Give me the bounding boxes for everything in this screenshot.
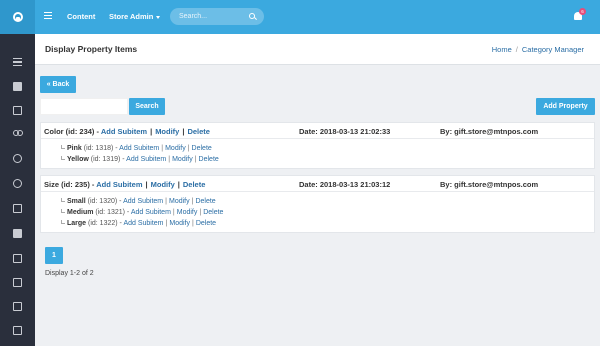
subitem-row: Large (id: 1322) - Add Subitem | Modify | De…	[61, 218, 594, 229]
list-icon[interactable]	[13, 58, 22, 67]
page-title: Display Property Items	[45, 44, 138, 54]
add-subitem-link[interactable]: Add Subitem	[131, 209, 171, 216]
breadcrumb-home[interactable]: Home	[492, 45, 512, 54]
tree-branch-icon	[61, 156, 65, 160]
delete-link[interactable]: Delete	[203, 209, 223, 216]
delete-link[interactable]: Delete	[199, 156, 219, 163]
subitem-name: Small	[67, 198, 86, 205]
add-subitem-link[interactable]: Add Subitem	[119, 145, 159, 152]
property-author: By: gift.store@mtnpos.com	[440, 180, 539, 189]
delete-link[interactable]: Delete	[187, 127, 210, 136]
nav-store-admin-label: Store Admin	[109, 12, 154, 21]
subitem-list: Small (id: 1320) - Add Subitem | Modify | De…	[41, 192, 594, 229]
expand-icon[interactable]	[13, 326, 22, 335]
tree-branch-icon	[61, 198, 65, 202]
nav-store-admin-dropdown[interactable]: Store Admin	[109, 12, 161, 21]
modify-link[interactable]: Modify	[151, 180, 175, 189]
subitem-id: (id: 1322) -	[88, 220, 122, 227]
expand-icon[interactable]	[13, 254, 22, 263]
add-subitem-link[interactable]: Add Subitem	[96, 180, 142, 189]
expand-icon[interactable]	[13, 106, 22, 115]
delete-link[interactable]: Delete	[192, 145, 212, 152]
chevron-down-icon	[156, 15, 161, 19]
modify-link[interactable]: Modify	[177, 209, 198, 216]
tree-branch-icon	[61, 209, 65, 213]
modify-link[interactable]: Modify	[165, 145, 186, 152]
users-icon[interactable]	[13, 130, 23, 139]
property-date: Date: 2018-03-13 21:02:33	[299, 127, 391, 136]
add-subitem-link[interactable]: Add Subitem	[123, 220, 163, 227]
search-icon[interactable]	[249, 13, 255, 19]
pagination-page-1[interactable]: 1	[45, 247, 63, 264]
subitem-row: Medium (id: 1321) - Add Subitem | Modify | D…	[61, 207, 594, 218]
property-header: Size (id: 235) - Add Subitem | Modify | Dele…	[41, 176, 594, 192]
subitem-name: Large	[67, 220, 87, 227]
property-panel-size: Size (id: 235) - Add Subitem | Modify | Dele…	[40, 175, 595, 233]
search-button[interactable]: Search	[129, 98, 165, 115]
property-date: Date: 2018-03-13 21:03:12	[299, 180, 391, 189]
back-button[interactable]: « Back	[40, 76, 76, 93]
add-subitem-link[interactable]: Add Subitem	[126, 156, 166, 163]
tree-branch-icon	[61, 220, 65, 224]
breadcrumb: Home / Category Manager	[492, 45, 584, 54]
subitem-id: (id: 1318) -	[83, 145, 118, 152]
breadcrumb-category-manager[interactable]: Category Manager	[522, 45, 584, 54]
subitem-name: Yellow	[67, 156, 89, 163]
globe-icon[interactable]	[13, 154, 22, 163]
nav-content-link[interactable]: Content	[67, 12, 95, 21]
add-subitem-link[interactable]: Add Subitem	[101, 127, 147, 136]
delete-link[interactable]: Delete	[183, 180, 206, 189]
images-icon[interactable]	[13, 302, 22, 311]
add-subitem-link[interactable]: Add Subitem	[123, 198, 163, 205]
subitem-id: (id: 1320) -	[87, 198, 122, 205]
search-placeholder: Search...	[179, 13, 208, 20]
hamburger-menu-icon[interactable]	[44, 12, 52, 20]
subitem-name: Pink	[67, 145, 82, 152]
notification-badge: 6	[579, 8, 586, 15]
mail-icon[interactable]	[13, 229, 22, 238]
subitem-list: Pink (id: 1318) - Add Subitem | Modify | Del…	[41, 139, 594, 165]
subitem-id: (id: 1321) -	[95, 209, 130, 216]
property-name: Size (id: 235) -	[44, 180, 95, 189]
sidebar	[0, 34, 35, 346]
modify-link[interactable]: Modify	[172, 156, 193, 163]
modify-link[interactable]: Modify	[169, 220, 190, 227]
clock-icon[interactable]	[13, 179, 22, 188]
app-logo[interactable]	[0, 0, 35, 34]
property-header: Color (id: 234) - Add Subitem | Modify | Del…	[41, 123, 594, 139]
images-icon[interactable]	[13, 278, 22, 287]
property-name-line: Size (id: 235) - Add Subitem | Modify | Dele…	[44, 180, 206, 189]
briefcase-icon[interactable]	[13, 82, 22, 91]
add-property-button[interactable]: Add Property	[536, 98, 595, 115]
subitem-row: Small (id: 1320) - Add Subitem | Modify | De…	[61, 196, 594, 207]
expand-icon[interactable]	[13, 204, 22, 213]
delete-link[interactable]: Delete	[195, 198, 215, 205]
pagination-summary: Display 1-2 of 2	[45, 270, 94, 277]
delete-link[interactable]: Delete	[196, 220, 216, 227]
breadcrumb-separator: /	[515, 45, 518, 54]
subitem-id: (id: 1319) -	[90, 156, 125, 163]
modify-link[interactable]: Modify	[155, 127, 179, 136]
top-navbar: Content Store Admin Search... 6	[0, 0, 600, 34]
modify-link[interactable]: Modify	[169, 198, 190, 205]
top-search-input[interactable]: Search...	[170, 8, 264, 25]
search-field[interactable]	[40, 98, 128, 115]
tree-branch-icon	[61, 145, 65, 149]
subitem-row: Pink (id: 1318) - Add Subitem | Modify | Del…	[61, 143, 594, 154]
subitem-name: Medium	[67, 209, 94, 216]
property-name-line: Color (id: 234) - Add Subitem | Modify | Del…	[44, 127, 210, 136]
page-header: Display Property Items Home / Category Man…	[35, 34, 600, 65]
property-author: By: gift.store@mtnpos.com	[440, 127, 539, 136]
property-panel-color: Color (id: 234) - Add Subitem | Modify | Del…	[40, 122, 595, 169]
logo-icon	[12, 12, 23, 22]
subitem-row: Yellow (id: 1319) - Add Subitem | Modify | D…	[61, 154, 594, 165]
property-name: Color (id: 234) -	[44, 127, 100, 136]
